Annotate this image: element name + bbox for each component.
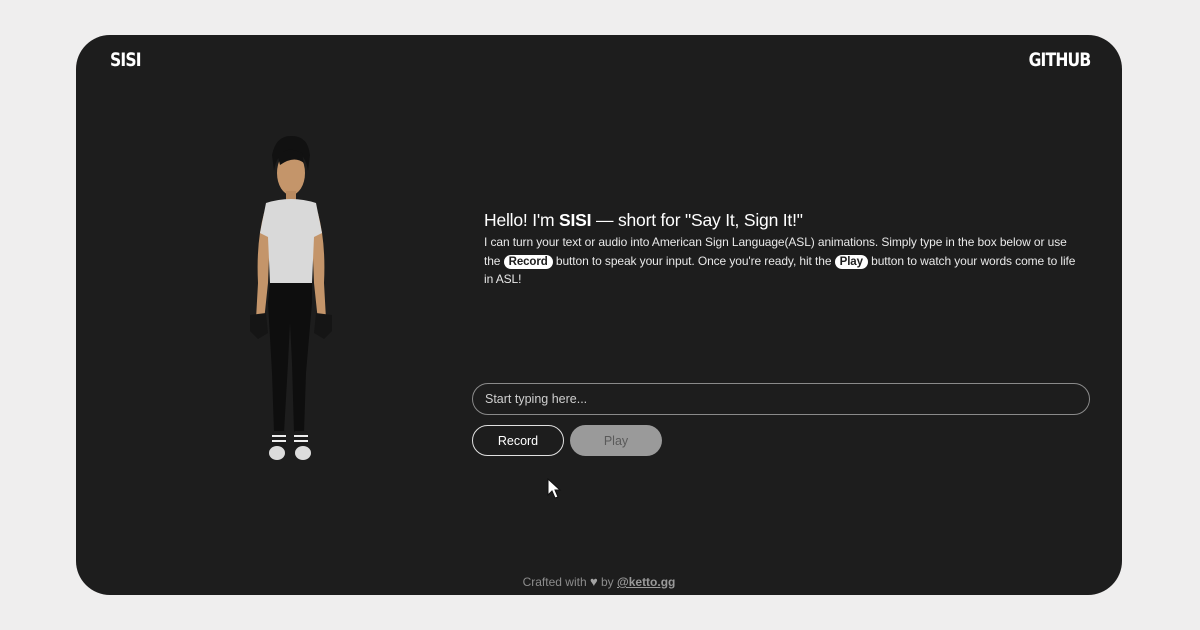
record-button[interactable]: Record	[472, 425, 564, 456]
greeting-name: SISI	[559, 210, 592, 230]
desc-part-2: button to speak your input. Once you're …	[552, 253, 835, 268]
intro-heading: Hello! I'm SISI — short for "Say It, Sig…	[484, 209, 1084, 231]
play-pill: Play	[834, 254, 868, 269]
footer: Crafted with ♥ by @ketto.gg	[76, 574, 1122, 589]
sign-avatar	[250, 135, 332, 460]
footer-by: by	[597, 575, 618, 589]
footer-crafted: Crafted with	[522, 575, 590, 589]
heart-icon: ♥	[589, 574, 598, 589]
intro-description: I can turn your text or audio into Ameri…	[484, 233, 1084, 289]
mouse-cursor-icon	[547, 478, 562, 499]
brand-logo[interactable]: SISI	[110, 49, 142, 71]
greeting-suffix: — short for "Say It, Sign It!"	[591, 210, 803, 230]
app-window: SISI GITHUB Hello! I'm SISI — short for …	[76, 35, 1122, 595]
play-button[interactable]: Play	[570, 425, 662, 456]
github-link[interactable]: GITHUB	[1028, 49, 1091, 71]
intro-block: Hello! I'm SISI — short for "Say It, Sig…	[484, 209, 1084, 289]
author-link[interactable]: @ketto.gg	[617, 575, 675, 589]
text-input[interactable]	[472, 383, 1090, 415]
record-pill: Record	[503, 254, 553, 269]
greeting-prefix: Hello! I'm	[484, 210, 560, 230]
